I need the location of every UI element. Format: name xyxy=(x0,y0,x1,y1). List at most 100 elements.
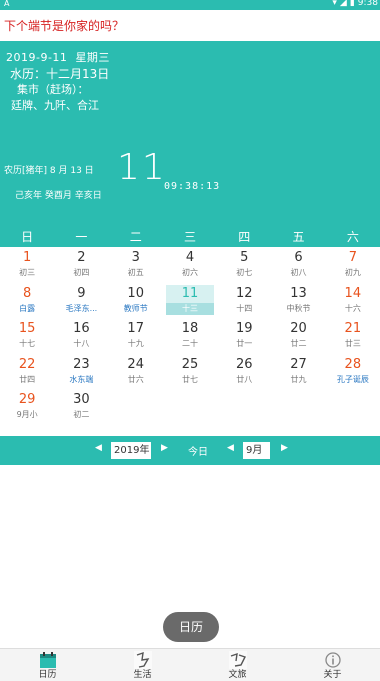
prev-year-arrow-icon[interactable]: ◀ xyxy=(95,443,102,453)
topbar-title[interactable]: 下个端节是你家的吗？ xyxy=(4,17,124,34)
calendar-grid: 1 初三 2 初四 3 初五 4 初六 5 初七 6 初八 7 初九 8 白露 9 毛泽东... 10 教师节 11 十三… xyxy=(0,248,380,426)
calendar-day-cell[interactable]: 8 白露 xyxy=(0,284,54,320)
prev-month-arrow-icon[interactable]: ◀ xyxy=(227,443,234,453)
month-navigator: ◀ 2019年 ▶ 今日 ◀ 9月 ▶ xyxy=(0,436,380,465)
calendar-day-cell[interactable]: 18 二十 xyxy=(163,319,217,355)
day-number: 16 xyxy=(73,321,90,336)
day-number: 27 xyxy=(290,356,307,372)
status-time: 9:38 xyxy=(357,0,378,8)
day-subtitle: 廿二 xyxy=(290,339,307,348)
calendar-day-cell[interactable]: 30 初二 xyxy=(54,390,108,426)
calendar-day-cell[interactable]: 25 廿七 xyxy=(163,355,217,391)
wifi-icon: ▾ xyxy=(332,0,337,8)
calendar-day-cell[interactable]: 19 廿一 xyxy=(217,319,271,355)
year-select[interactable]: 2019年 xyxy=(111,442,151,459)
day-number: 14 xyxy=(344,285,362,301)
calendar-day-cell[interactable]: 28 孔子诞辰 xyxy=(326,355,380,391)
day-subtitle: 廿九 xyxy=(290,374,307,384)
day-subtitle: 教师节 xyxy=(123,303,148,313)
calendar-day-cell[interactable]: 9 毛泽东... xyxy=(54,284,108,320)
day-number: 30 xyxy=(73,392,90,407)
day-number: 8 xyxy=(23,285,32,301)
weekday-label: 五 xyxy=(292,230,305,244)
weekday-label: 四 xyxy=(238,230,251,244)
calendar-day-cell[interactable]: 1 初三 xyxy=(0,248,54,284)
calendar-day-cell[interactable]: 13 中秋节 xyxy=(271,284,325,320)
day-number: 12 xyxy=(235,285,253,301)
day-subtitle: 毛泽东... xyxy=(65,303,98,313)
calendar-day-cell[interactable]: 2 初四 xyxy=(54,248,108,284)
about-icon xyxy=(324,652,341,668)
calendar-day-cell[interactable]: 27 廿九 xyxy=(271,355,325,391)
battery-icon: ▮ xyxy=(349,0,355,8)
calendar-day-cell[interactable]: 26 廿八 xyxy=(217,355,271,391)
calendar-day-cell[interactable]: 29 9月小 xyxy=(0,390,54,426)
tab-label: 日历 xyxy=(38,670,57,680)
day-subtitle: 廿一 xyxy=(236,339,253,348)
calendar-week-row: 15 十七 16 十八 17 十九 18 二十 19 廿一 20 廿二 21 廿三 xyxy=(0,319,380,355)
calendar-day-cell[interactable]: 6 初八 xyxy=(271,248,325,284)
day-number: 22 xyxy=(18,356,36,372)
calendar-empty-cell xyxy=(163,390,217,426)
next-year-arrow-icon[interactable]: ▶ xyxy=(161,443,168,453)
calendar-empty-cell xyxy=(109,390,163,426)
day-number: 19 xyxy=(235,321,253,336)
day-number: 3 xyxy=(131,250,140,265)
bottom-nav: 日历 生活 文旅 关于 xyxy=(0,648,380,681)
tab-label: 生活 xyxy=(133,670,152,680)
day-number: 24 xyxy=(127,356,144,372)
calendar-day-cell[interactable]: 4 初六 xyxy=(163,248,217,284)
tab-life[interactable]: 生活 xyxy=(95,649,190,681)
month-select[interactable]: 9月 xyxy=(243,442,270,459)
day-subtitle: 十八 xyxy=(73,339,90,348)
day-subtitle: 孔子诞辰 xyxy=(336,374,369,384)
big-day-number: 11 xyxy=(117,147,167,188)
calendar-day-cell[interactable]: 14 十六 xyxy=(326,284,380,320)
day-subtitle: 廿八 xyxy=(236,374,253,384)
calendar-empty-cell xyxy=(271,390,325,426)
day-subtitle: 白露 xyxy=(19,303,36,313)
lunar-date-line: 农历[猪年] 8 月 13 日 xyxy=(4,163,94,176)
calendar-day-cell[interactable]: 16 十八 xyxy=(54,319,108,355)
day-number: 11 xyxy=(165,284,215,303)
calendar-day-cell[interactable]: 24 廿六 xyxy=(109,355,163,391)
day-number: 15 xyxy=(18,321,36,336)
calendar-day-cell[interactable]: 5 初七 xyxy=(217,248,271,284)
tab-culture[interactable]: 文旅 xyxy=(190,649,285,681)
weekday-label: 一 xyxy=(75,230,88,244)
tab-about[interactable]: 关于 xyxy=(285,649,380,681)
calendar-day-cell[interactable]: 17 十九 xyxy=(109,319,163,355)
day-number: 10 xyxy=(127,285,144,301)
calendar-day-cell[interactable]: 12 十四 xyxy=(217,284,271,320)
calendar-day-cell[interactable]: 22 廿四 xyxy=(0,355,54,391)
day-number: 17 xyxy=(127,321,144,336)
weekday-label: 日 xyxy=(21,230,34,244)
calendar-day-cell[interactable]: 15 十七 xyxy=(0,319,54,355)
calendar-day-cell[interactable]: 3 初五 xyxy=(109,248,163,284)
calendar-day-cell[interactable]: 7 初九 xyxy=(326,248,380,284)
day-subtitle: 初二 xyxy=(73,410,90,419)
day-number: 1 xyxy=(23,250,32,265)
calendar-week-row: 8 白露 9 毛泽东... 10 教师节 11 十三 12 十四 13 中秋节 14 十六 xyxy=(0,284,380,320)
calendar-day-cell[interactable]: 11 十三 xyxy=(163,284,217,320)
day-subtitle: 9月小 xyxy=(16,410,38,419)
calendar-day-cell[interactable]: 10 教师节 xyxy=(109,284,163,320)
day-number: 5 xyxy=(240,250,249,265)
today-button[interactable]: 今日 xyxy=(188,443,208,458)
next-month-arrow-icon[interactable]: ▶ xyxy=(281,443,288,453)
notification-icon: A xyxy=(4,0,10,8)
calendar-day-cell[interactable]: 20 廿二 xyxy=(271,319,325,355)
day-number: 2 xyxy=(77,250,86,265)
day-subtitle: 初八 xyxy=(290,268,307,277)
lunar-year: 农历[猪年] xyxy=(4,166,48,176)
day-subtitle: 初三 xyxy=(19,268,36,277)
day-number: 4 xyxy=(185,250,195,265)
day-number: 13 xyxy=(290,285,307,301)
calendar-week-row: 22 廿四 23 水东端 24 廿六 25 廿七 26 廿八 27 廿九 28 孔子诞辰 xyxy=(0,355,380,391)
calendar-day-cell[interactable]: 23 水东端 xyxy=(54,355,108,391)
tab-calendar[interactable]: 日历 xyxy=(0,649,95,681)
day-subtitle: 十七 xyxy=(19,339,36,348)
day-subtitle: 初七 xyxy=(236,268,253,277)
day-subtitle: 廿六 xyxy=(127,374,144,384)
calendar-day-cell[interactable]: 21 廿三 xyxy=(326,319,380,355)
